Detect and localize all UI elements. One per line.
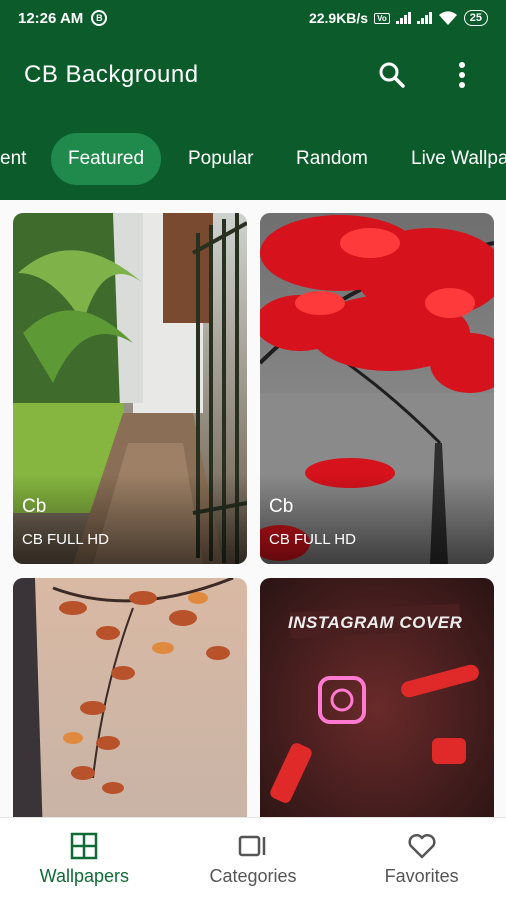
nav-wallpapers-label: Wallpapers bbox=[39, 865, 130, 886]
heart-icon bbox=[408, 833, 436, 858]
category-tabs: ent Featured Popular Random Live Wallpa bbox=[0, 114, 506, 200]
signal-2-icon bbox=[416, 12, 432, 24]
categories-icon bbox=[238, 835, 266, 856]
nav-wallpapers[interactable]: Wallpapers bbox=[0, 818, 169, 900]
card-title: Cb bbox=[22, 496, 47, 517]
network-speed: 22.9KB/s bbox=[308, 10, 369, 26]
wallpaper-image bbox=[13, 578, 247, 817]
status-time: 12:26 AM bbox=[18, 9, 84, 27]
wallpaper-card[interactable]: Cb CB FULL HD bbox=[260, 213, 494, 564]
search-icon bbox=[379, 62, 405, 88]
wallpaper-card[interactable]: Cb CB FULL HD bbox=[13, 213, 247, 564]
nav-favorites[interactable]: Favorites bbox=[337, 818, 506, 900]
wifi-icon bbox=[438, 11, 457, 25]
wallpaper-card[interactable]: INSTAGRAM COVER bbox=[260, 578, 494, 817]
card-title: Cb bbox=[269, 496, 294, 517]
card-subtitle: CB FULL HD bbox=[269, 531, 356, 548]
tab-recent[interactable]: ent bbox=[0, 133, 26, 185]
card-gradient bbox=[13, 474, 247, 564]
instagram-cover-text: INSTAGRAM COVER bbox=[288, 613, 463, 632]
tab-featured[interactable]: Featured bbox=[51, 133, 162, 185]
wallpaper-grid: Cb CB FULL HD Cb CB FULL HD INSTAGRAM CO… bbox=[0, 200, 506, 817]
bottom-navigation: Wallpapers Categories Favorites bbox=[0, 817, 506, 900]
more-vert-icon bbox=[459, 62, 465, 88]
app-title: CB Background bbox=[24, 61, 199, 88]
wallpaper-card[interactable] bbox=[13, 578, 247, 817]
grid-icon bbox=[71, 832, 98, 859]
tab-live-wallpaper[interactable]: Live Wallpa bbox=[411, 133, 506, 185]
nav-categories[interactable]: Categories bbox=[169, 818, 338, 900]
card-gradient bbox=[260, 474, 494, 564]
app-bar: CB Background bbox=[0, 36, 506, 114]
status-bar: 12:26 AM B 22.9KB/s Vo 25 bbox=[0, 0, 506, 36]
tab-popular[interactable]: Popular bbox=[188, 133, 254, 185]
search-button[interactable] bbox=[372, 55, 412, 95]
notification-icon: B bbox=[91, 10, 108, 26]
signal-icon bbox=[395, 12, 411, 24]
card-subtitle: CB FULL HD bbox=[22, 531, 109, 548]
more-options-button[interactable] bbox=[442, 55, 482, 95]
nav-favorites-label: Favorites bbox=[384, 865, 459, 886]
tab-random[interactable]: Random bbox=[296, 133, 368, 185]
volte-icon: Vo bbox=[374, 12, 390, 24]
nav-categories-label: Categories bbox=[209, 865, 297, 886]
battery-icon: 25 bbox=[463, 10, 488, 26]
